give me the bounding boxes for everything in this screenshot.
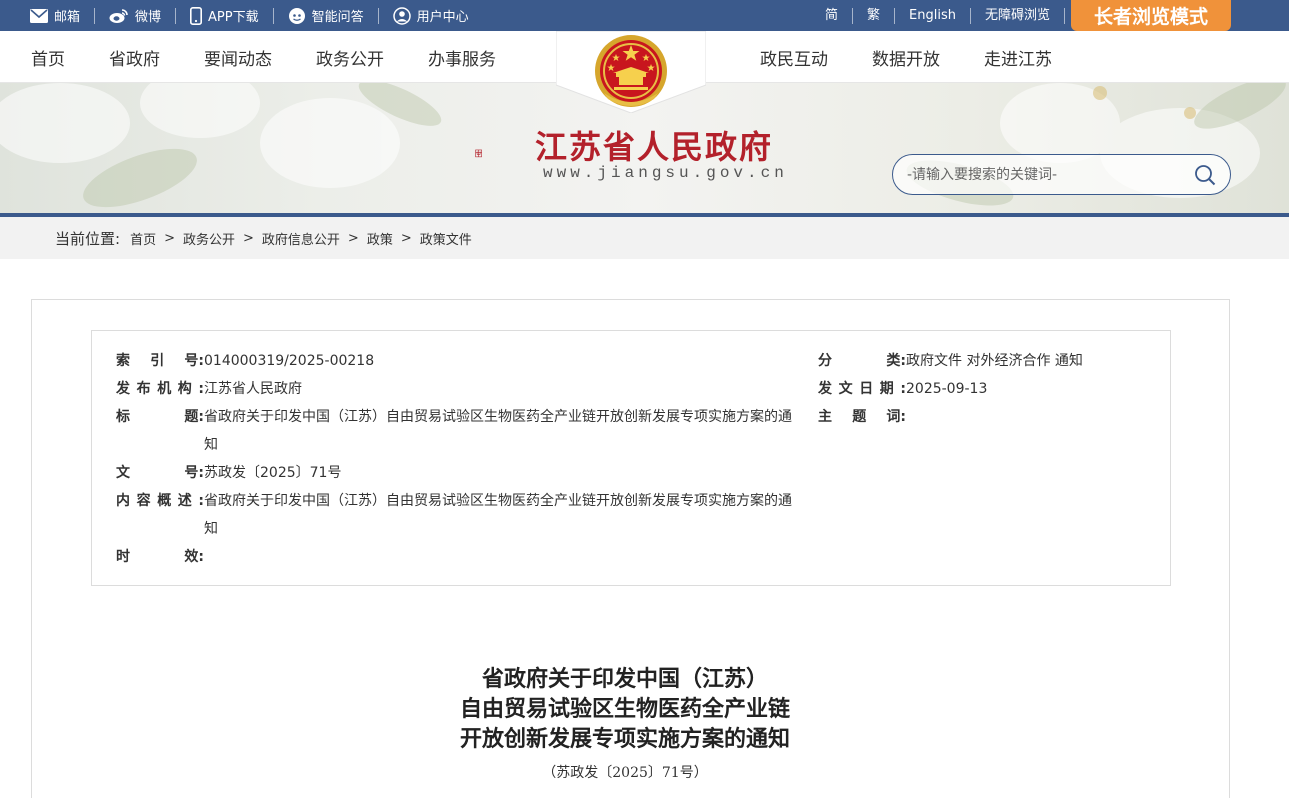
mail-icon xyxy=(30,8,48,23)
top-utility-bar: 邮箱 微博 APP下载 智能问答 用户中心 简 繁 English 无障碍浏览 … xyxy=(0,0,1289,31)
english-link[interactable]: English xyxy=(895,7,971,24)
document-number: （苏政发〔2025〕71号） xyxy=(542,765,708,781)
meta-label-summary: 内容概述: xyxy=(116,493,204,509)
utility-links: 邮箱 微博 APP下载 智能问答 用户中心 xyxy=(30,0,483,31)
meta-label-date: 发文日期: xyxy=(818,381,906,397)
user-center-label: 用户中心 xyxy=(416,10,469,25)
site-name[interactable]: 江苏省人民政府 xyxy=(535,122,773,168)
breadcrumb-separator: > xyxy=(243,231,254,246)
meta-value-title: 省政府关于印发中国（江苏）自由贸易试验区生物医药全产业链开放创新发展专项实施方案… xyxy=(204,409,792,453)
main-nav-left: 首页 省政府 要闻动态 政务公开 办事服务 xyxy=(31,31,496,83)
meta-label-validity: 时效: xyxy=(116,549,204,565)
breadcrumb: 当前位置: 首页 > 政务公开 > 政府信息公开 > 政策 > 政策文件 xyxy=(55,228,472,249)
meta-row-title: 标题: 省政府关于印发中国（江苏）自由贸易试验区生物医药全产业链开放创新发展专项… xyxy=(116,403,794,459)
smart-qa-link[interactable]: 智能问答 xyxy=(274,7,379,25)
smart-qa-label: 智能问答 xyxy=(311,10,364,25)
meta-value-category: 政府文件 对外经济合作 通知 xyxy=(906,353,1083,369)
weibo-label: 微博 xyxy=(135,10,162,25)
breadcrumb-item-gov-affairs[interactable]: 政务公开 xyxy=(183,229,235,248)
document-metadata-table: 索引号: 014000319/2025-00218 分类: 政府文件 对外经济合… xyxy=(91,330,1171,586)
meta-value-docno: 苏政发〔2025〕71号 xyxy=(204,465,342,481)
meta-label-category: 分类: xyxy=(818,353,906,369)
meta-row-index: 索引号: 014000319/2025-00218 xyxy=(116,347,794,375)
weibo-link[interactable]: 微博 xyxy=(95,7,177,25)
search-box xyxy=(892,154,1231,195)
document-title: 省政府关于印发中国（江苏） 自由贸易试验区生物医药全产业链 开放创新发展专项实施… xyxy=(0,664,1250,754)
nav-item-provincial-gov[interactable]: 省政府 xyxy=(109,45,160,70)
meta-label-publisher: 发布机构: xyxy=(116,381,204,397)
meta-row-category: 分类: 政府文件 对外经济合作 通知 xyxy=(818,347,1106,375)
user-icon xyxy=(392,6,411,25)
nav-item-gov-affairs[interactable]: 政务公开 xyxy=(316,45,384,70)
chat-bot-icon xyxy=(288,7,305,24)
user-center-link[interactable]: 用户中心 xyxy=(379,6,483,25)
nav-item-home[interactable]: 首页 xyxy=(31,45,65,70)
meta-label-docno: 文号: xyxy=(116,465,204,481)
meta-value-subject xyxy=(906,403,1106,431)
meta-row-date: 发文日期: 2025-09-13 xyxy=(818,375,1106,403)
meta-value-validity xyxy=(204,543,794,571)
jiangsu-logo-icon[interactable] xyxy=(475,127,523,181)
site-url: www.jiangsu.gov.cn xyxy=(543,164,788,182)
meta-value-date: 2025-09-13 xyxy=(906,381,988,397)
main-nav-right: 政民互动 数据开放 走进江苏 xyxy=(760,31,1052,83)
meta-row-publisher: 发布机构: 江苏省人民政府 xyxy=(116,375,794,403)
search-icon[interactable] xyxy=(1194,164,1216,186)
elder-mode-button[interactable]: 长者浏览模式 xyxy=(1071,0,1231,31)
breadcrumb-item-info-disclosure[interactable]: 政府信息公开 xyxy=(262,229,340,248)
breadcrumb-separator: > xyxy=(347,231,359,246)
phone-icon xyxy=(190,6,203,25)
app-download-label: APP下载 xyxy=(208,10,259,25)
nav-item-interaction[interactable]: 政民互动 xyxy=(760,45,828,70)
document-title-line: 开放创新发展专项实施方案的通知 xyxy=(459,726,790,752)
mail-label: 邮箱 xyxy=(54,10,81,25)
national-emblem-icon[interactable] xyxy=(556,31,706,113)
weibo-icon xyxy=(109,8,128,23)
meta-row-subject: 主题词: xyxy=(818,403,1106,431)
nav-item-services[interactable]: 办事服务 xyxy=(428,45,496,70)
breadcrumb-item-home[interactable]: 首页 xyxy=(130,229,156,248)
breadcrumb-separator: > xyxy=(164,231,175,246)
mail-link[interactable]: 邮箱 xyxy=(30,7,96,25)
document-title-line: 自由贸易试验区生物医药全产业链 xyxy=(459,696,790,722)
document-title-line: 省政府关于印发中国（江苏） xyxy=(481,666,768,692)
breadcrumb-item-policy[interactable]: 政策 xyxy=(367,229,393,248)
utility-right: 简 繁 English 无障碍浏览 长者浏览模式 xyxy=(811,0,1289,31)
meta-label-subject: 主题词: xyxy=(818,409,906,425)
search-input[interactable] xyxy=(907,165,1177,185)
meta-label-index: 索引号: xyxy=(116,353,204,369)
traditional-chinese-link[interactable]: 繁 xyxy=(853,7,896,24)
meta-value-summary: 省政府关于印发中国（江苏）自由贸易试验区生物医药全产业链开放创新发展专项实施方案… xyxy=(204,493,792,537)
accessibility-link[interactable]: 无障碍浏览 xyxy=(971,7,1065,24)
meta-row-docno: 文号: 苏政发〔2025〕71号 xyxy=(116,459,794,487)
meta-row-summary: 内容概述: 省政府关于印发中国（江苏）自由贸易试验区生物医药全产业链开放创新发展… xyxy=(116,487,794,543)
meta-value-publisher: 江苏省人民政府 xyxy=(204,381,302,397)
breadcrumb-item-policy-docs[interactable]: 政策文件 xyxy=(420,229,472,248)
nav-item-about-jiangsu[interactable]: 走进江苏 xyxy=(984,45,1052,70)
meta-row-validity: 时效: xyxy=(116,543,794,571)
simplified-chinese-link[interactable]: 简 xyxy=(811,7,854,24)
meta-value-index: 014000319/2025-00218 xyxy=(204,353,375,369)
meta-label-title: 标题: xyxy=(116,409,204,425)
nav-item-news[interactable]: 要闻动态 xyxy=(204,45,272,70)
breadcrumb-bar: 当前位置: 首页 > 政务公开 > 政府信息公开 > 政策 > 政策文件 xyxy=(0,217,1289,259)
app-download-link[interactable]: APP下载 xyxy=(176,6,274,25)
breadcrumb-label: 当前位置: xyxy=(55,230,121,248)
nav-item-open-data[interactable]: 数据开放 xyxy=(872,45,940,70)
breadcrumb-separator: > xyxy=(400,231,412,246)
